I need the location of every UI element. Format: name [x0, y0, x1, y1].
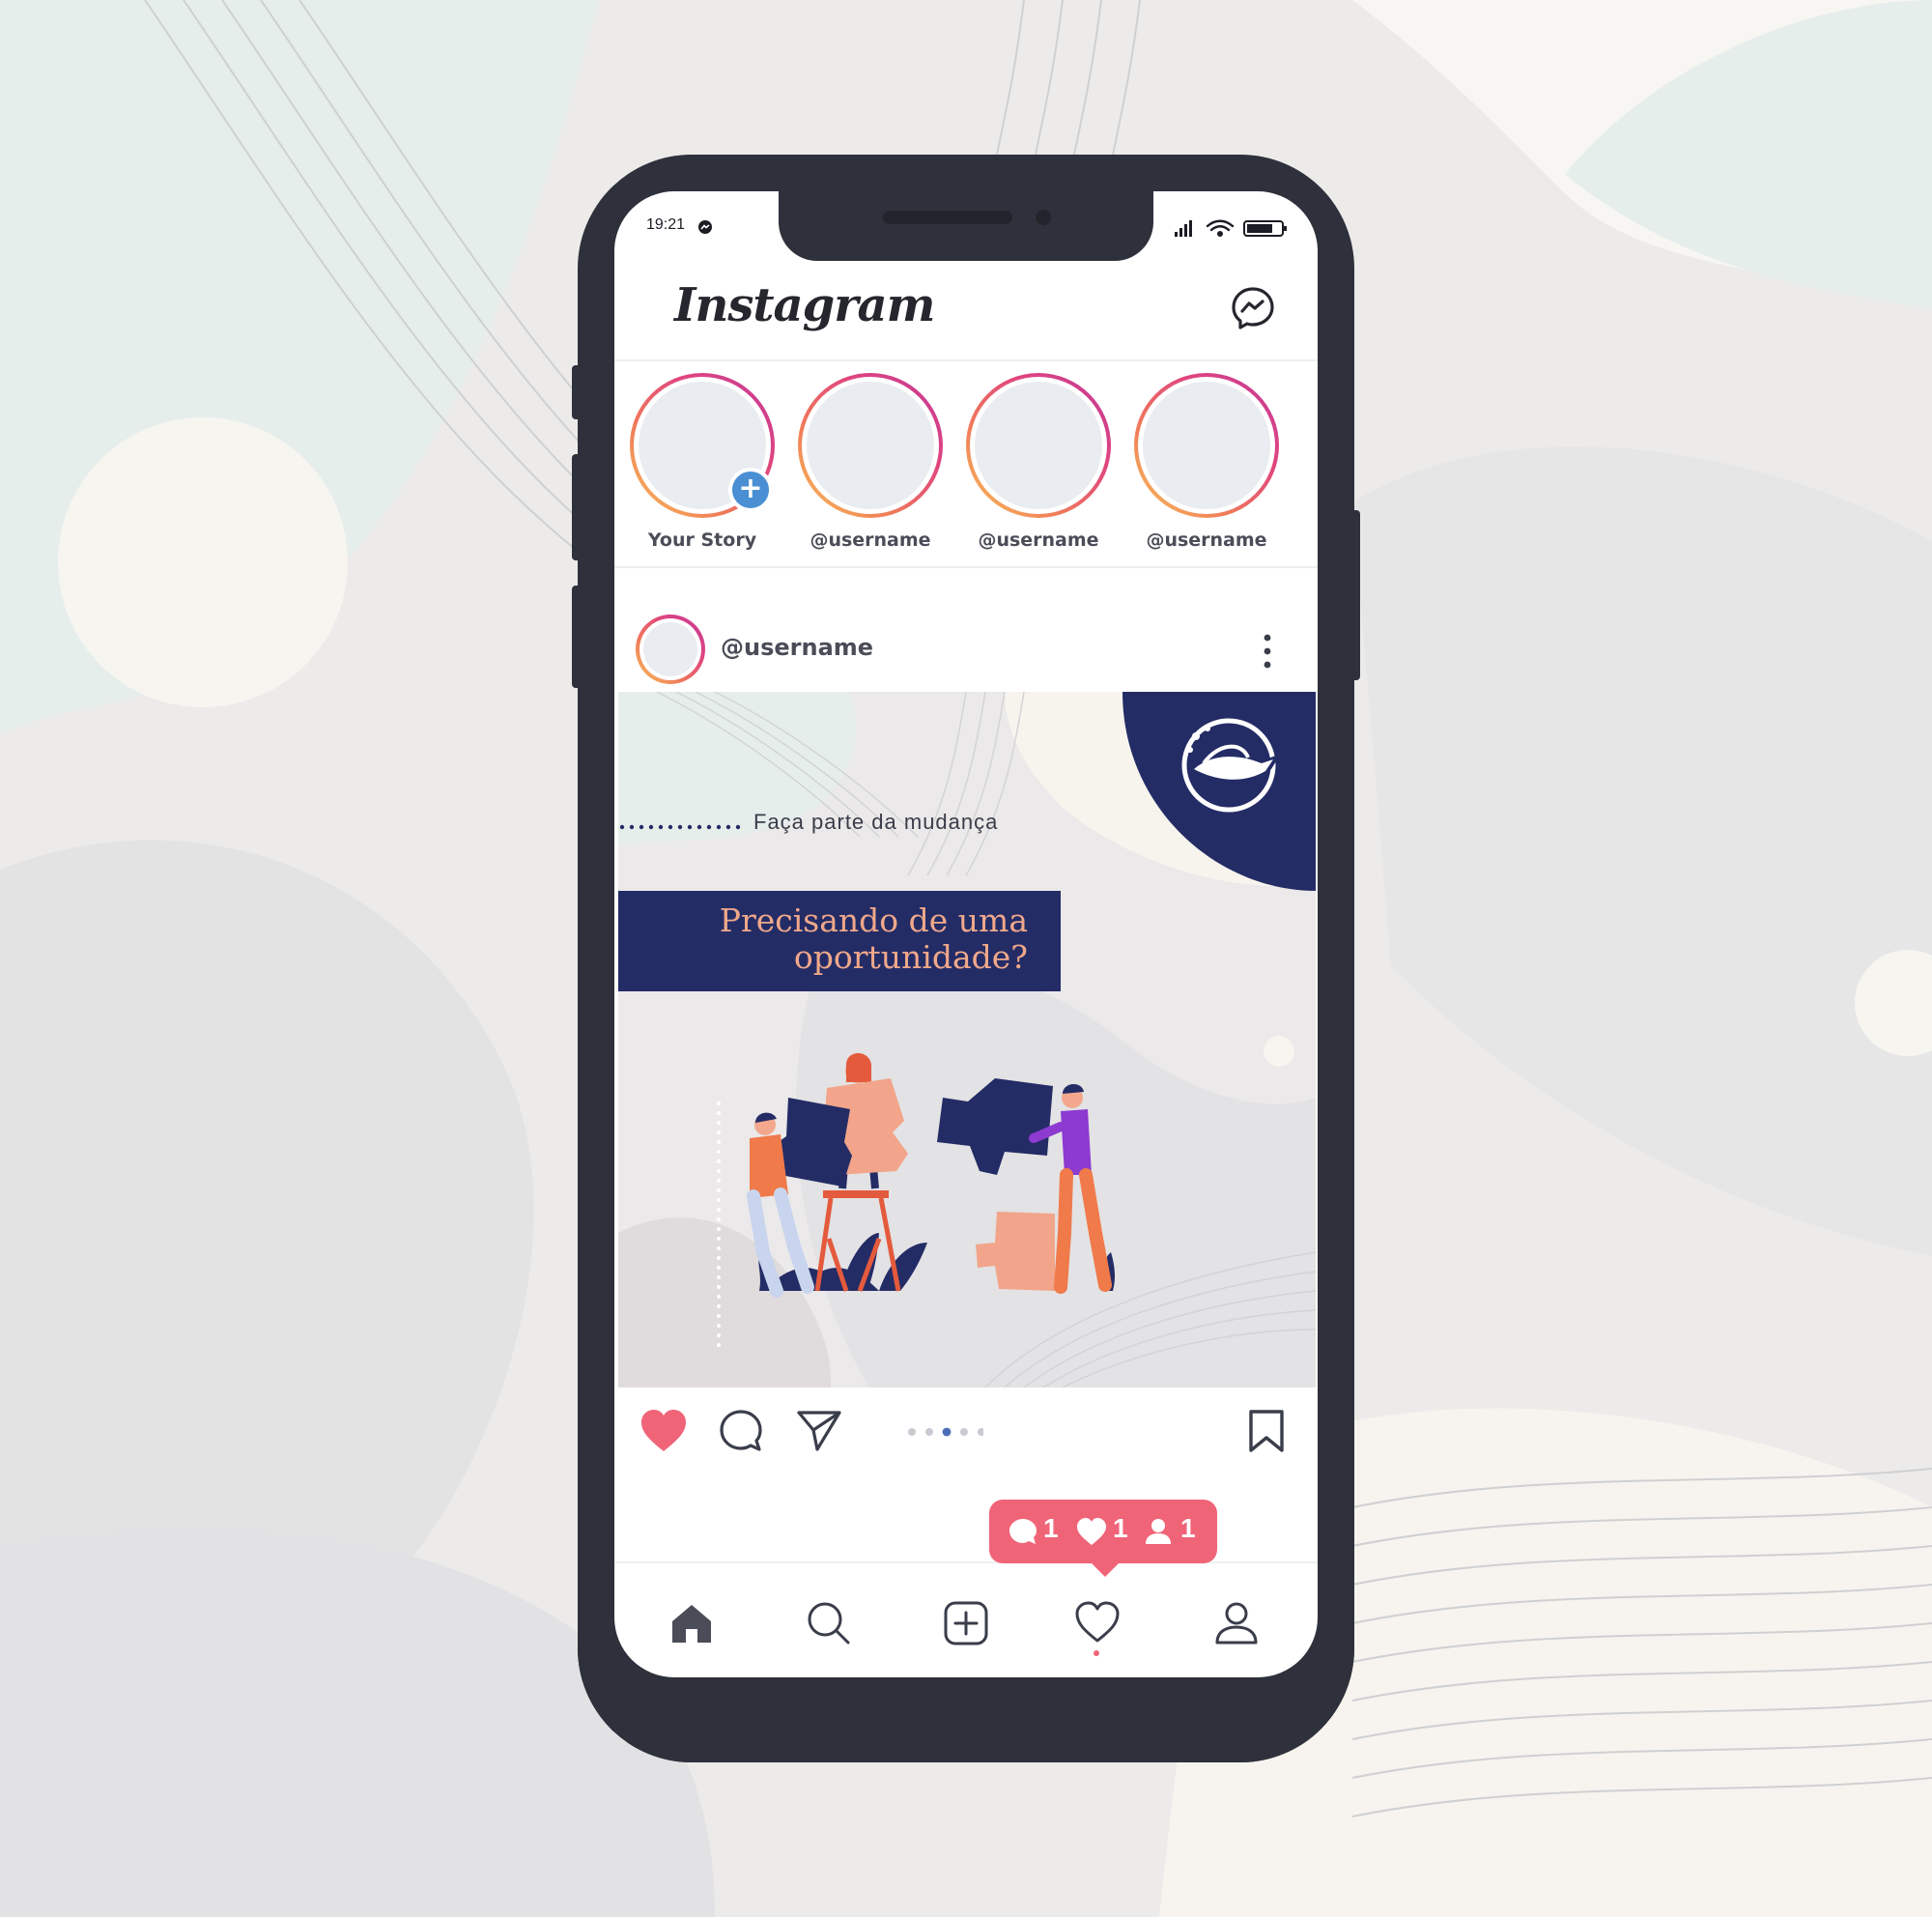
messenger-status-icon [698, 220, 712, 234]
story-item[interactable]: @username [1132, 373, 1281, 551]
activity-indicator-dot [1094, 1650, 1099, 1656]
avatar [807, 382, 934, 509]
power-button [1350, 510, 1360, 680]
story-label: Your Story [647, 529, 757, 551]
search-icon[interactable] [806, 1600, 852, 1646]
share-send-icon[interactable] [796, 1409, 842, 1453]
story-label: @username [1146, 529, 1267, 551]
messenger-icon[interactable] [1231, 286, 1275, 330]
front-camera [1036, 210, 1051, 225]
activity-notification-badge[interactable]: 1 1 1 [989, 1500, 1217, 1563]
story-label: @username [810, 529, 931, 551]
post-artwork [618, 692, 1316, 1388]
more-options-icon[interactable] [1264, 634, 1271, 669]
plus-square-icon[interactable] [943, 1600, 989, 1646]
carousel-dots [908, 1427, 983, 1437]
status-icons [1175, 219, 1287, 237]
instagram-logo[interactable]: Instagram [674, 278, 935, 332]
post-headline-banner: Precisando de uma oportunidade? [618, 891, 1061, 991]
stories-row: + Your Story @username @username @userna… [614, 361, 1318, 568]
comment-icon[interactable] [719, 1409, 763, 1453]
heart-icon[interactable] [1074, 1600, 1121, 1646]
avatar [975, 382, 1102, 509]
signal-icon [1175, 220, 1192, 237]
volume-down-button [572, 586, 582, 688]
comment-count: 1 [1043, 1513, 1059, 1543]
user-icon[interactable] [1213, 1600, 1260, 1646]
bottom-tab-bar [614, 1561, 1318, 1677]
avatar [1143, 382, 1270, 509]
notch [779, 191, 1153, 261]
story-your-story[interactable]: + Your Story [628, 373, 777, 551]
story-item[interactable]: @username [796, 373, 945, 551]
follower-count-icon [1146, 1519, 1171, 1544]
story-item[interactable]: @username [964, 373, 1113, 551]
story-ring: + [630, 373, 775, 518]
like-heart-icon[interactable] [639, 1409, 688, 1453]
story-label: @username [978, 529, 1099, 551]
mute-switch [572, 365, 582, 419]
post-tagline: Faça parte da mudança [753, 810, 999, 834]
badge-pointer [1090, 1561, 1121, 1577]
post-username[interactable]: @username [721, 634, 873, 661]
post-avatar[interactable] [636, 615, 705, 684]
like-count: 1 [1113, 1513, 1128, 1543]
post-image[interactable]: Faça parte da mudança Precisando de uma … [618, 692, 1316, 1388]
post-header: @username [614, 605, 1318, 692]
home-icon[interactable] [668, 1600, 715, 1646]
story-ring [1134, 373, 1279, 518]
story-ring [966, 373, 1111, 518]
follower-count: 1 [1180, 1513, 1196, 1543]
app-header: Instagram [614, 269, 1318, 361]
volume-up-button [572, 454, 582, 560]
status-time: 19:21 [646, 216, 686, 233]
wifi-icon [1206, 219, 1235, 237]
battery-icon [1243, 220, 1287, 237]
comment-count-icon [1009, 1519, 1037, 1544]
post-headline: Precisando de uma oportunidade? [719, 901, 1028, 976]
like-count-icon [1077, 1518, 1106, 1545]
post-actions [614, 1395, 1318, 1473]
add-story-icon[interactable]: + [728, 468, 773, 512]
save-bookmark-icon[interactable] [1248, 1409, 1285, 1453]
phone-screen: 19:21 Instagram + Your Story @username @… [614, 191, 1318, 1677]
story-ring [798, 373, 943, 518]
speaker [883, 211, 1012, 224]
